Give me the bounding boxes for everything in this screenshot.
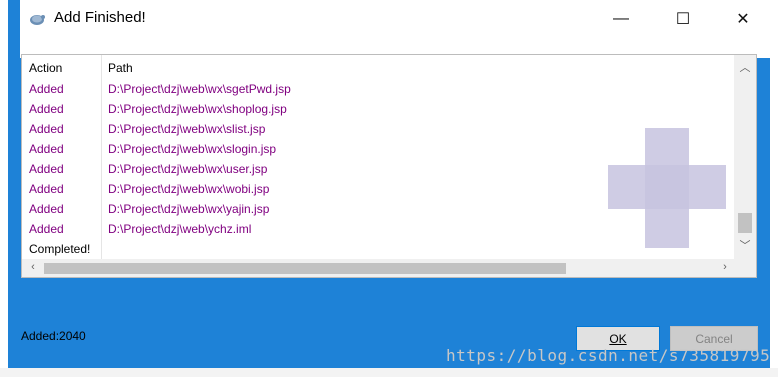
- minimize-icon: —: [613, 10, 629, 27]
- row-path: D:\Project\dzj\web\ychz.iml: [108, 222, 252, 236]
- ok-label: OK: [609, 331, 627, 346]
- horizontal-scrollbar[interactable]: ‹ ›: [22, 259, 734, 277]
- row-path: D:\Project\dzj\web\wx\user.jsp: [108, 162, 268, 176]
- row-path: D:\Project\dzj\web\wx\sgetPwd.jsp: [108, 82, 291, 96]
- minimize-button[interactable]: —: [598, 0, 644, 38]
- list-row[interactable]: Added D:\Project\dzj\web\wx\sgetPwd.jsp: [22, 79, 734, 99]
- scroll-down-icon[interactable]: ﹀: [734, 237, 756, 253]
- background-left: [0, 0, 8, 377]
- list-row[interactable]: Added D:\Project\dzj\web\wx\shoplog.jsp: [22, 99, 734, 119]
- close-button[interactable]: ✕: [720, 0, 766, 38]
- close-icon: ✕: [736, 11, 750, 28]
- maximize-button[interactable]: ☐: [660, 0, 706, 38]
- column-header-path[interactable]: Path: [108, 61, 133, 75]
- row-path: D:\Project\dzj\web\wx\wobi.jsp: [108, 182, 270, 196]
- row-path: D:\Project\dzj\web\wx\shoplog.jsp: [108, 102, 287, 116]
- list-row-completed[interactable]: Completed!: [22, 239, 734, 259]
- row-action: Added: [29, 102, 64, 116]
- row-path: D:\Project\dzj\web\wx\slogin.jsp: [108, 142, 277, 156]
- window-title: Add Finished!: [54, 9, 146, 26]
- row-path: D:\Project\dzj\web\wx\yajin.jsp: [108, 202, 270, 216]
- horizontal-scroll-thumb[interactable]: [44, 263, 566, 274]
- scrollbar-corner: [734, 259, 756, 277]
- scroll-right-icon[interactable]: ›: [714, 261, 736, 273]
- vertical-scrollbar[interactable]: ︿ ﹀: [734, 55, 756, 259]
- list-row[interactable]: Added D:\Project\dzj\web\wx\slist.jsp: [22, 119, 734, 139]
- added-count: Added:2040: [21, 329, 86, 343]
- scroll-up-icon[interactable]: ︿: [734, 59, 756, 75]
- scroll-left-icon[interactable]: ‹: [22, 261, 44, 273]
- row-action: Completed!: [29, 242, 91, 256]
- column-header-action[interactable]: Action: [29, 61, 62, 75]
- row-action: Added: [29, 142, 64, 156]
- row-action: Added: [29, 202, 64, 216]
- row-action: Added: [29, 162, 64, 176]
- list-header: Action Path: [22, 55, 734, 79]
- title-bar: Add Finished! — ☐ ✕: [20, 0, 770, 38]
- row-action: Added: [29, 182, 64, 196]
- maximize-icon: ☐: [675, 11, 691, 28]
- row-path: D:\Project\dzj\web\wx\slist.jsp: [108, 122, 266, 136]
- tortoise-app-icon: [28, 10, 46, 28]
- cancel-label: Cancel: [695, 331, 733, 346]
- watermark-text: https://blog.csdn.net/s735819795: [446, 346, 771, 365]
- list-row[interactable]: Added D:\Project\dzj\web\wx\slogin.jsp: [22, 139, 734, 159]
- list-row[interactable]: Added D:\Project\dzj\web\ychz.iml: [22, 219, 734, 239]
- vertical-scroll-thumb[interactable]: [738, 213, 752, 233]
- plus-overlay-icon-bar: [608, 165, 726, 209]
- row-action: Added: [29, 122, 64, 136]
- background-bottom: [0, 368, 778, 377]
- row-action: Added: [29, 222, 64, 236]
- background-right: [770, 0, 778, 377]
- row-action: Added: [29, 82, 64, 96]
